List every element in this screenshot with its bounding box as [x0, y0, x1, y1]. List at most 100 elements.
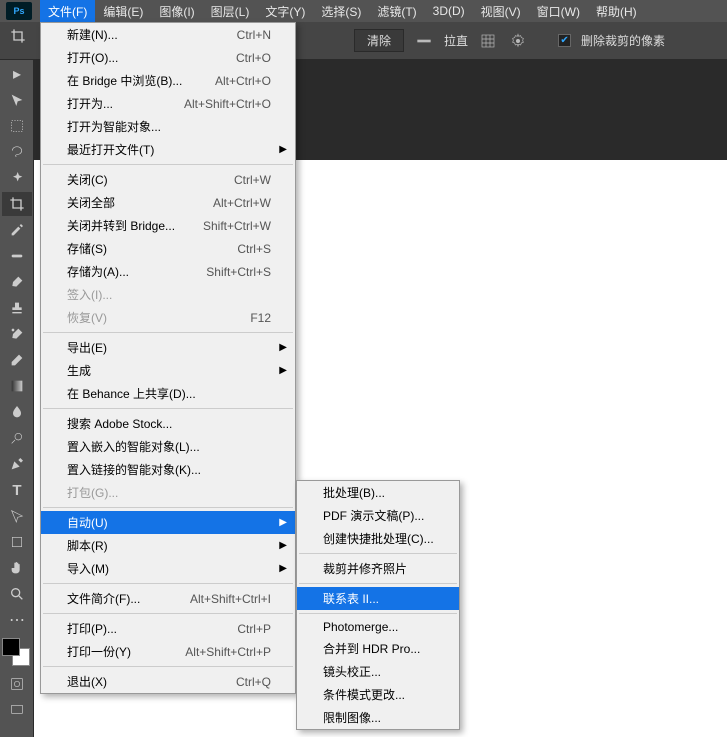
file-menu-item-20[interactable]: 置入嵌入的智能对象(L)...: [41, 435, 295, 458]
menu-window[interactable]: 窗口(W): [529, 0, 588, 23]
file-menu-item-17[interactable]: 在 Behance 上共享(D)...: [41, 382, 295, 405]
menu-item-label: 置入嵌入的智能对象(L)...: [67, 438, 271, 455]
file-menu-item-0[interactable]: 新建(N)...Ctrl+N: [41, 23, 295, 46]
automate-item-6[interactable]: 联系表 II...: [297, 587, 459, 610]
straighten-label: 拉直: [444, 32, 468, 49]
file-menu-item-10[interactable]: 存储(S)Ctrl+S: [41, 237, 295, 260]
menu-3d[interactable]: 3D(D): [425, 1, 473, 21]
edit-toolbar[interactable]: ⋯: [2, 608, 32, 632]
clear-button[interactable]: 清除: [354, 29, 404, 52]
file-menu-item-9[interactable]: 关闭并转到 Bridge...Shift+Ctrl+W: [41, 214, 295, 237]
file-menu-item-28[interactable]: 文件简介(F)...Alt+Shift+Ctrl+I: [41, 587, 295, 610]
automate-item-12[interactable]: 限制图像...: [297, 706, 459, 729]
file-menu-item-3[interactable]: 打开为...Alt+Shift+Ctrl+O: [41, 92, 295, 115]
menu-item-label: 限制图像...: [323, 709, 435, 726]
move-tool[interactable]: [2, 88, 32, 112]
menu-item-label: 打印一份(Y): [67, 643, 185, 660]
crop-tool-icon: [10, 28, 34, 52]
file-menu-item-31[interactable]: 打印一份(Y)Alt+Shift+Ctrl+P: [41, 640, 295, 663]
file-menu-item-4[interactable]: 打开为智能对象...: [41, 115, 295, 138]
automate-item-0[interactable]: 批处理(B)...: [297, 481, 459, 504]
shape-tool[interactable]: [2, 530, 32, 554]
lasso-tool[interactable]: [2, 140, 32, 164]
file-menu-item-15[interactable]: 导出(E)▶: [41, 336, 295, 359]
color-swatch[interactable]: [2, 638, 30, 666]
submenu-arrow-icon: ▶: [279, 342, 287, 353]
menu-item-label: 在 Bridge 中浏览(B)...: [67, 72, 215, 89]
menu-item-shortcut: Ctrl+S: [237, 242, 271, 256]
heal-tool[interactable]: [2, 244, 32, 268]
menu-filter[interactable]: 滤镜(T): [369, 0, 424, 23]
quickmask-toggle[interactable]: [2, 672, 32, 696]
path-tool[interactable]: [2, 504, 32, 528]
menu-layer[interactable]: 图层(L): [203, 0, 258, 23]
history-brush-tool[interactable]: [2, 322, 32, 346]
wand-tool[interactable]: [2, 166, 32, 190]
file-menu-item-25[interactable]: 脚本(R)▶: [41, 534, 295, 557]
file-menu-item-26[interactable]: 导入(M)▶: [41, 557, 295, 580]
menu-item-label: 打开为智能对象...: [67, 118, 271, 135]
stamp-tool[interactable]: [2, 296, 32, 320]
menu-item-label: 打印(P)...: [67, 620, 237, 637]
grid-icon[interactable]: [478, 31, 498, 51]
file-menu-item-11[interactable]: 存储为(A)...Shift+Ctrl+S: [41, 260, 295, 283]
hand-tool[interactable]: [2, 556, 32, 580]
automate-item-2[interactable]: 创建快捷批处理(C)...: [297, 527, 459, 550]
crop-tool[interactable]: [2, 192, 32, 216]
file-menu-item-16[interactable]: 生成▶: [41, 359, 295, 382]
automate-item-1[interactable]: PDF 演示文稿(P)...: [297, 504, 459, 527]
blur-tool[interactable]: [2, 400, 32, 424]
file-menu-item-7[interactable]: 关闭(C)Ctrl+W: [41, 168, 295, 191]
file-menu-item-13: 恢复(V)F12: [41, 306, 295, 329]
menu-item-shortcut: Ctrl+W: [234, 173, 271, 187]
submenu-arrow-icon: ▶: [279, 365, 287, 376]
menu-item-shortcut: Alt+Shift+Ctrl+P: [185, 645, 271, 659]
menu-item-label: 关闭全部: [67, 194, 213, 211]
menu-help[interactable]: 帮助(H): [588, 0, 645, 23]
menu-item-label: 退出(X): [67, 673, 236, 690]
menu-edit[interactable]: 编辑(E): [95, 0, 151, 23]
menu-item-label: 最近打开文件(T): [67, 141, 271, 158]
file-menu-item-22: 打包(G)...: [41, 481, 295, 504]
submenu-arrow-icon: ▶: [279, 144, 287, 155]
menu-separator: [299, 553, 457, 554]
eyedropper-tool[interactable]: [2, 218, 32, 242]
menu-item-label: 关闭(C): [67, 171, 234, 188]
menu-separator: [43, 332, 293, 333]
gradient-tool[interactable]: [2, 374, 32, 398]
menu-view[interactable]: 视图(V): [473, 0, 529, 23]
gear-icon[interactable]: [508, 31, 528, 51]
file-menu-item-5[interactable]: 最近打开文件(T) ▶: [41, 138, 295, 161]
eraser-tool[interactable]: [2, 348, 32, 372]
file-menu-item-1[interactable]: 打开(O)...Ctrl+O: [41, 46, 295, 69]
expand-icon[interactable]: ▸: [2, 62, 32, 86]
brush-tool[interactable]: [2, 270, 32, 294]
screenmode-toggle[interactable]: [2, 698, 32, 722]
automate-item-9[interactable]: 合并到 HDR Pro...: [297, 637, 459, 660]
file-menu-item-2[interactable]: 在 Bridge 中浏览(B)...Alt+Ctrl+O: [41, 69, 295, 92]
zoom-tool[interactable]: [2, 582, 32, 606]
pen-tool[interactable]: [2, 452, 32, 476]
dodge-tool[interactable]: [2, 426, 32, 450]
file-menu-item-21[interactable]: 置入链接的智能对象(K)...: [41, 458, 295, 481]
menu-select[interactable]: 选择(S): [313, 0, 369, 23]
automate-item-4[interactable]: 裁剪并修齐照片: [297, 557, 459, 580]
type-tool[interactable]: T: [2, 478, 32, 502]
menu-file[interactable]: 文件(F): [40, 0, 95, 23]
file-menu-item-19[interactable]: 搜索 Adobe Stock...: [41, 412, 295, 435]
delete-cropped-checkbox[interactable]: ✔: [558, 34, 571, 47]
file-menu-item-30[interactable]: 打印(P)...Ctrl+P: [41, 617, 295, 640]
menu-item-label: 条件模式更改...: [323, 686, 435, 703]
automate-item-8[interactable]: Photomerge...: [297, 617, 459, 637]
file-menu-item-33[interactable]: 退出(X)Ctrl+Q: [41, 670, 295, 693]
menu-item-label: PDF 演示文稿(P)...: [323, 507, 435, 524]
menu-separator: [43, 507, 293, 508]
file-menu-item-24[interactable]: 自动(U)▶: [41, 511, 295, 534]
straighten-icon[interactable]: [414, 31, 434, 51]
marquee-tool[interactable]: [2, 114, 32, 138]
automate-item-10[interactable]: 镜头校正...: [297, 660, 459, 683]
menu-image[interactable]: 图像(I): [151, 0, 202, 23]
automate-item-11[interactable]: 条件模式更改...: [297, 683, 459, 706]
menu-type[interactable]: 文字(Y): [257, 0, 313, 23]
file-menu-item-8[interactable]: 关闭全部Alt+Ctrl+W: [41, 191, 295, 214]
